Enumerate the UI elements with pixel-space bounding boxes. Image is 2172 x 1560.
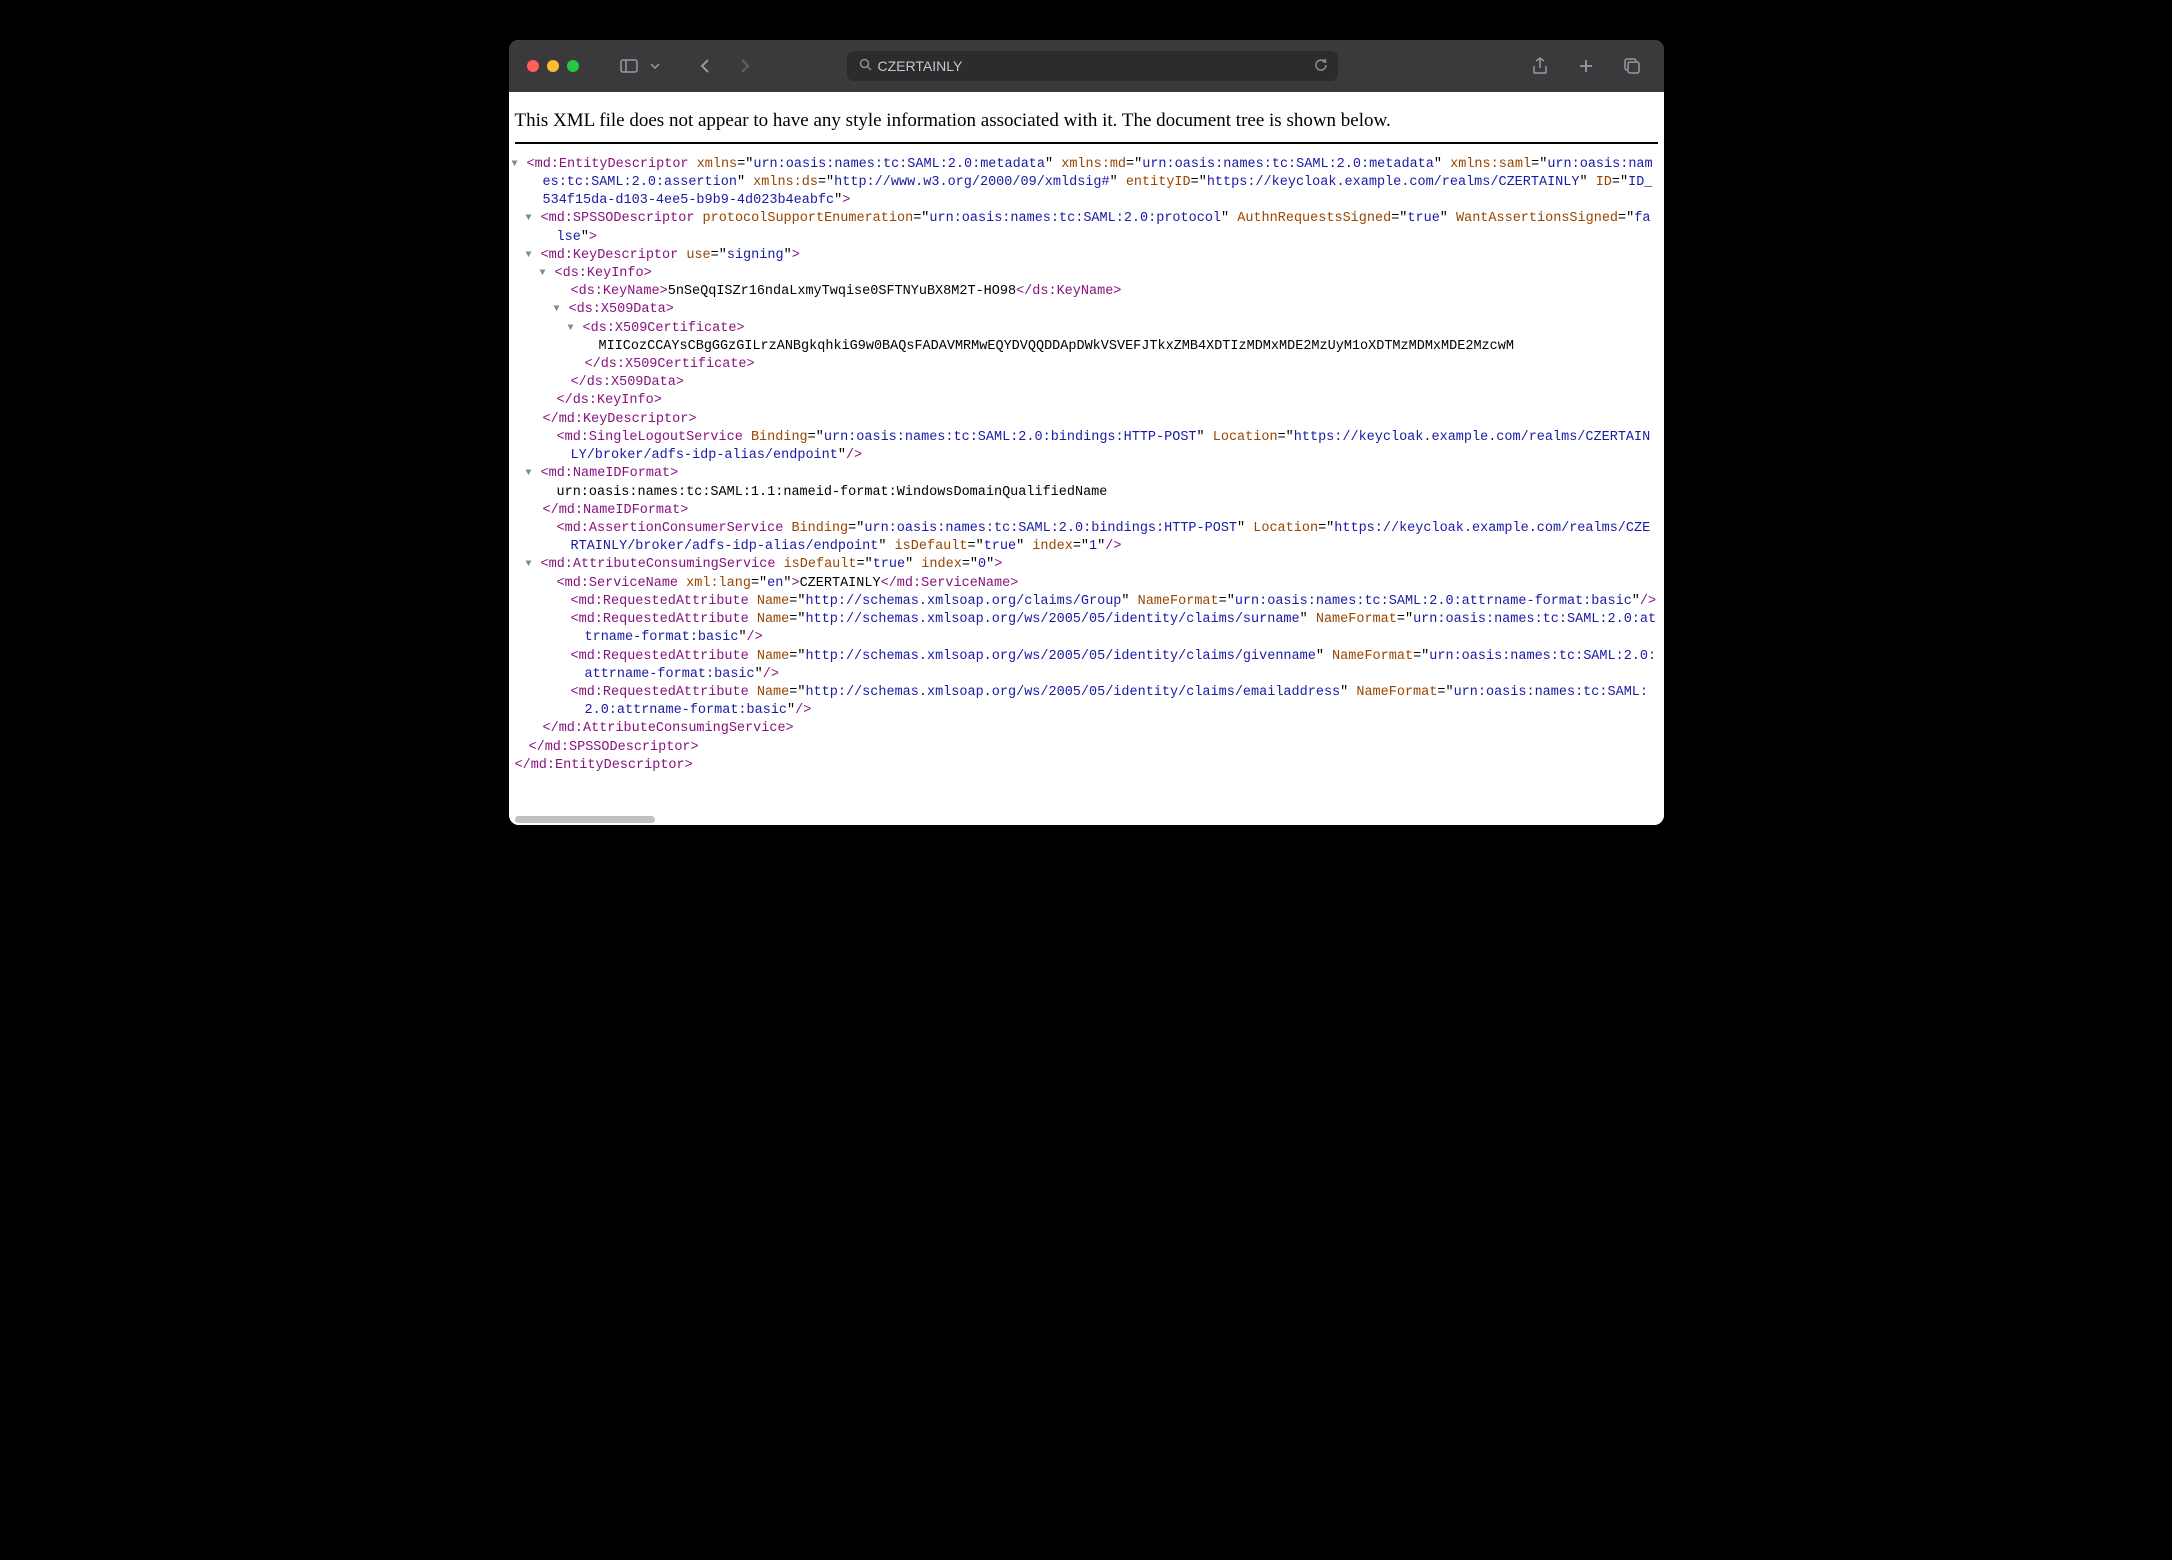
disclosure-triangle-icon[interactable]: ▼ <box>559 303 569 317</box>
search-icon <box>859 58 872 74</box>
xml-node[interactable]: <md:RequestedAttribute Name="http://sche… <box>557 684 1658 720</box>
disclosure-triangle-icon[interactable]: ▼ <box>517 158 527 172</box>
xml-node[interactable]: </ds:X509Data> <box>571 374 1658 392</box>
xml-node[interactable]: </md:SPSSODescriptor> <box>529 739 1658 757</box>
horizontal-scrollbar-thumb[interactable] <box>515 816 655 823</box>
xml-node[interactable]: </md:KeyDescriptor> <box>543 411 1658 429</box>
xml-node[interactable]: MIICozCCAYsCBgGGzGILrzANBgkqhkiG9w0BAQsF… <box>599 338 1658 356</box>
xml-node[interactable]: <md:RequestedAttribute Name="http://sche… <box>557 611 1658 647</box>
xml-node[interactable]: urn:oasis:names:tc:SAML:1.1:nameid-forma… <box>557 484 1658 502</box>
maximize-window-button[interactable] <box>567 60 579 72</box>
xml-node[interactable]: <md:SingleLogoutService Binding="urn:oas… <box>543 429 1658 465</box>
xml-node[interactable]: </ds:X509Certificate> <box>585 356 1658 374</box>
xml-node[interactable]: ▼<md:AttributeConsumingService isDefault… <box>543 556 1658 574</box>
nav-buttons <box>691 52 759 80</box>
xml-node[interactable]: </md:EntityDescriptor> <box>515 757 1658 775</box>
disclosure-triangle-icon[interactable]: ▼ <box>531 558 541 572</box>
disclosure-triangle-icon[interactable]: ▼ <box>531 467 541 481</box>
back-button[interactable] <box>691 52 719 80</box>
disclosure-triangle-icon[interactable]: ▼ <box>545 267 555 281</box>
xml-node[interactable]: ▼<md:KeyDescriptor use="signing"> <box>543 247 1658 265</box>
xml-node[interactable]: ▼<md:EntityDescriptor xmlns="urn:oasis:n… <box>515 156 1658 211</box>
xml-node[interactable]: ▼<ds:KeyInfo> <box>557 265 1658 283</box>
traffic-lights <box>527 60 579 72</box>
xml-notice: This XML file does not appear to have an… <box>515 102 1658 144</box>
disclosure-triangle-icon[interactable]: ▼ <box>531 212 541 226</box>
xml-node[interactable]: ▼<ds:X509Certificate> <box>585 320 1658 338</box>
horizontal-scrollbar[interactable] <box>509 815 1664 825</box>
tabs-overview-button[interactable] <box>1618 52 1646 80</box>
sidebar-toggle-group <box>615 52 663 80</box>
xml-node[interactable]: </md:NameIDFormat> <box>543 502 1658 520</box>
sidebar-chevron-icon[interactable] <box>647 52 663 80</box>
share-button[interactable] <box>1526 52 1554 80</box>
minimize-window-button[interactable] <box>547 60 559 72</box>
forward-button[interactable] <box>731 52 759 80</box>
new-tab-button[interactable] <box>1572 52 1600 80</box>
sidebar-toggle-button[interactable] <box>615 52 643 80</box>
browser-window: CZERTAINLY This XML file does not appear… <box>509 40 1664 825</box>
xml-node[interactable]: ▼<md:NameIDFormat> <box>543 465 1658 483</box>
disclosure-triangle-icon[interactable]: ▼ <box>531 249 541 263</box>
address-bar[interactable]: CZERTAINLY <box>847 51 1338 81</box>
address-bar-text: CZERTAINLY <box>878 58 963 74</box>
xml-node[interactable]: ▼<md:SPSSODescriptor protocolSupportEnum… <box>529 210 1658 246</box>
right-toolbar <box>1526 52 1646 80</box>
xml-node[interactable]: <md:ServiceName xml:lang="en">CZERTAINLY… <box>557 575 1658 593</box>
xml-node[interactable]: </md:AttributeConsumingService> <box>543 720 1658 738</box>
titlebar: CZERTAINLY <box>509 40 1664 92</box>
disclosure-triangle-icon[interactable]: ▼ <box>573 322 583 336</box>
xml-viewer[interactable]: This XML file does not appear to have an… <box>509 92 1664 815</box>
xml-node[interactable]: <md:AssertionConsumerService Binding="ur… <box>543 520 1658 556</box>
xml-node[interactable]: ▼<ds:X509Data> <box>571 301 1658 319</box>
xml-node[interactable]: <md:RequestedAttribute Name="http://sche… <box>557 648 1658 684</box>
xml-node[interactable]: <md:RequestedAttribute Name="http://sche… <box>557 593 1658 611</box>
close-window-button[interactable] <box>527 60 539 72</box>
xml-node[interactable]: </ds:KeyInfo> <box>557 392 1658 410</box>
reload-icon[interactable] <box>1314 58 1328 75</box>
xml-node[interactable]: <ds:KeyName>5nSeQqISZr16ndaLxmyTwqise0SF… <box>571 283 1658 301</box>
